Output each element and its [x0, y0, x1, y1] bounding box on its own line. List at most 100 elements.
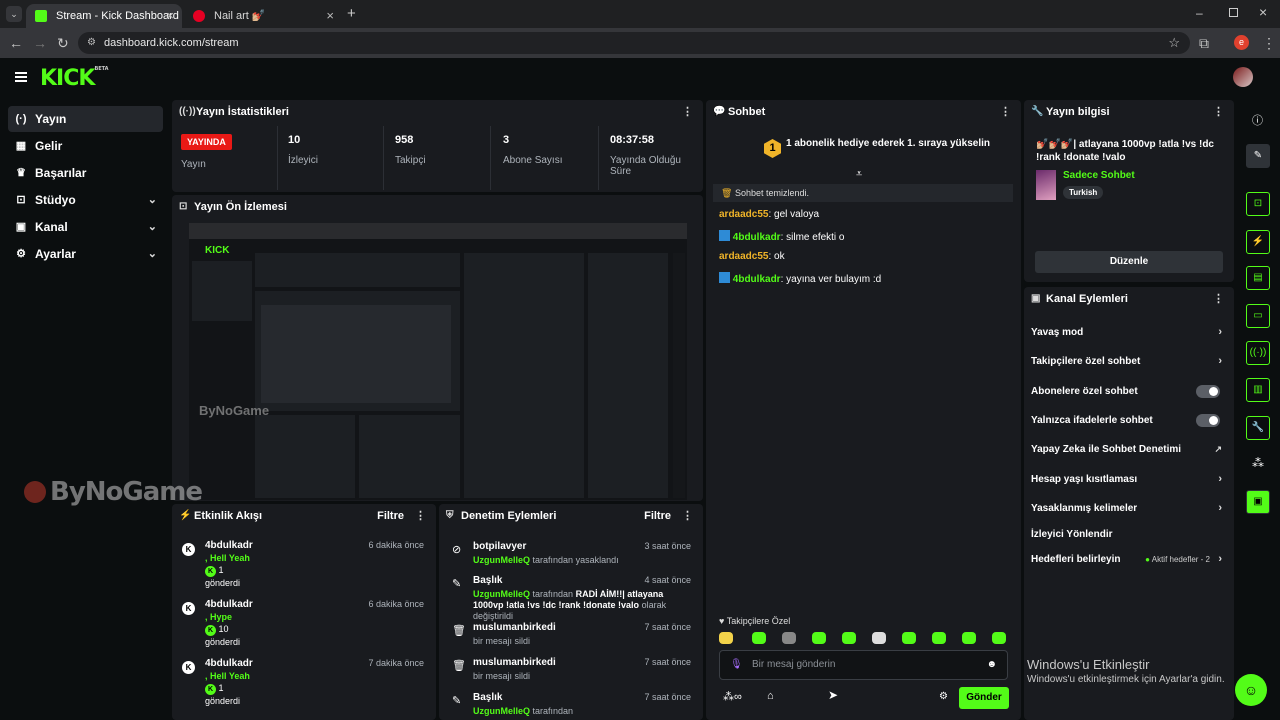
emote[interactable]: [962, 632, 976, 644]
bookmark-star-icon[interactable]: ☆: [1168, 32, 1180, 54]
chat-username[interactable]: ardaadc55: [719, 251, 768, 262]
sidebar-item-studyo[interactable]: ⊡ Stüdyo ⌄: [8, 187, 163, 213]
kick-icon: K: [182, 602, 195, 615]
action-slow-mode[interactable]: Yavaş mod ›: [1030, 318, 1228, 347]
followers-only-label: ♥ Takipçilere Özel: [719, 616, 790, 626]
tab-kick-dashboard[interactable]: Stream - Kick Dashboard ×: [26, 4, 182, 28]
close-tab-icon[interactable]: ×: [326, 4, 334, 28]
store-icon[interactable]: ⌂: [767, 690, 774, 702]
back-icon[interactable]: ←: [9, 36, 23, 50]
action-ai-moderation[interactable]: Yapay Zeka ile Sohbet Denetimi ↗: [1030, 435, 1228, 464]
broadcast-tool-icon[interactable]: ((·)): [1246, 341, 1270, 365]
preview-nested-inner: [261, 305, 451, 403]
gift-tool-icon[interactable]: ▣: [1246, 490, 1270, 514]
more-options-icon[interactable]: ⋮: [682, 100, 693, 124]
extensions-icon[interactable]: ⧉: [1199, 36, 1209, 50]
chat-username[interactable]: 4bdulkadr: [733, 232, 781, 243]
action-account-age[interactable]: Hesap yaşı kısıtlaması ›: [1030, 465, 1228, 494]
kicks-amount: K 10: [205, 624, 229, 636]
kick-logo[interactable]: KICKBETA: [40, 66, 109, 91]
chat-settings-icon[interactable]: ⚙: [939, 691, 948, 702]
username[interactable]: 4bdulkadr: [205, 658, 253, 669]
chat-username[interactable]: ardaadc55: [719, 209, 768, 220]
username[interactable]: 4bdulkadr: [205, 540, 253, 551]
scan-tool-icon[interactable]: ⊡: [1246, 192, 1270, 216]
chat-username[interactable]: 4bdulkadr: [733, 274, 781, 285]
emoji-icon[interactable]: ☻: [986, 651, 997, 679]
new-tab-button[interactable]: +: [347, 5, 356, 22]
emote[interactable]: [872, 632, 886, 644]
emote[interactable]: [932, 632, 946, 644]
emote[interactable]: [782, 632, 796, 644]
kicks-infinity-icon[interactable]: ⁂∞: [723, 690, 742, 703]
site-info-icon[interactable]: ⚙: [87, 32, 96, 54]
emote[interactable]: [992, 632, 1006, 644]
send-button[interactable]: Gönder: [959, 687, 1009, 709]
tab-nail-art[interactable]: Nail art 💅🏼 ×: [184, 4, 342, 28]
more-options-icon[interactable]: ⋮: [1000, 100, 1011, 124]
filter-button[interactable]: Filtre: [644, 504, 671, 528]
emote[interactable]: [812, 632, 826, 644]
username[interactable]: 4bdulkadr: [205, 599, 253, 610]
subscribers-only-toggle[interactable]: [1196, 385, 1220, 398]
chat-input[interactable]: 🎙 Bir mesaj gönderin ☻: [719, 650, 1008, 680]
sidebar-item-kanal[interactable]: ▣ Kanal ⌄: [8, 214, 163, 240]
info-icon[interactable]: ⓘ: [1252, 112, 1263, 128]
sidebar-item-label: Ayarlar: [35, 247, 76, 261]
user-avatar[interactable]: [1233, 67, 1253, 87]
emote[interactable]: [842, 632, 856, 644]
more-options-icon[interactable]: ⋮: [1213, 100, 1224, 124]
chevron-right-icon: ›: [1218, 355, 1222, 367]
minimize-icon[interactable]: –: [1196, 6, 1203, 20]
sidebar-item-label: Kanal: [35, 220, 68, 234]
action-label: Takipçilere özel sohbet: [1031, 356, 1141, 367]
action-followers-only[interactable]: Takipçilere özel sohbet ›: [1030, 347, 1228, 376]
emote[interactable]: [719, 632, 733, 644]
chevron-right-icon: ›: [1218, 473, 1222, 485]
timestamp: 6 dakika önce: [368, 540, 424, 550]
divider: [383, 126, 384, 190]
notes-tool-icon[interactable]: ▤: [1246, 266, 1270, 290]
edit-button[interactable]: Düzenle: [1035, 251, 1223, 273]
logo-text: KICK: [40, 66, 95, 91]
collapse-pinned-icon[interactable]: ⩡: [856, 168, 862, 181]
emote[interactable]: [902, 632, 916, 644]
support-chat-button[interactable]: ☺: [1235, 674, 1267, 706]
emotes-only-toggle[interactable]: [1196, 414, 1220, 427]
reload-icon[interactable]: ↻: [57, 36, 69, 50]
stat-value: 958: [395, 134, 414, 146]
pinterest-favicon-icon: [193, 10, 205, 22]
profile-avatar[interactable]: e: [1234, 35, 1249, 50]
close-window-icon[interactable]: ×: [1259, 4, 1267, 20]
wrench-tool-icon[interactable]: 🔧: [1246, 416, 1270, 440]
emote[interactable]: [752, 632, 766, 644]
more-options-icon[interactable]: ⋮: [682, 504, 693, 528]
microphone-icon[interactable]: 🎙: [730, 651, 743, 679]
hamburger-menu-icon[interactable]: [15, 72, 27, 82]
filter-button[interactable]: Filtre: [377, 504, 404, 528]
category-name[interactable]: Sadece Sohbet: [1063, 170, 1135, 181]
close-tab-icon[interactable]: ×: [166, 4, 174, 28]
action-label: Yalnızca ifadelerle sohbet: [1031, 415, 1153, 426]
lightning-tool-icon[interactable]: ⚡: [1246, 230, 1270, 254]
bynogame-watermark: ByNoGame: [24, 477, 203, 507]
kicks-icon[interactable]: ⁂: [1252, 456, 1264, 470]
browser-menu-icon[interactable]: ⋮: [1262, 36, 1276, 50]
action-set-goals[interactable]: Hedefleri belirleyin ● Aktif hedefler - 2…: [1030, 545, 1228, 574]
more-options-icon[interactable]: ⋮: [415, 504, 426, 528]
action-banned-words[interactable]: Yasaklanmış kelimeler ›: [1030, 494, 1228, 523]
sidebar-item-gelir[interactable]: ▦ Gelir: [8, 133, 163, 159]
edit-tool-icon[interactable]: ✎: [1246, 144, 1270, 168]
tab-list-button[interactable]: ⌄: [6, 6, 22, 22]
dashboard-icon: ▦: [15, 140, 27, 152]
more-options-icon[interactable]: ⋮: [1213, 287, 1224, 311]
forward-icon[interactable]: →: [33, 36, 47, 50]
chat-tool-icon[interactable]: ▭: [1246, 304, 1270, 328]
layout-tool-icon[interactable]: ▥: [1246, 378, 1270, 402]
stream-preview-video[interactable]: KICK ByNoGame: [189, 223, 687, 500]
sidebar-item-yayin[interactable]: (·) Yayın: [8, 106, 163, 132]
address-bar[interactable]: ⚙ dashboard.kick.com/stream ☆: [78, 32, 1190, 54]
sidebar-item-ayarlar[interactable]: ⚙ Ayarlar ⌄: [8, 241, 163, 267]
sidebar-item-basarilar[interactable]: ♛ Başarılar: [8, 160, 163, 186]
maximize-icon[interactable]: [1229, 8, 1238, 17]
